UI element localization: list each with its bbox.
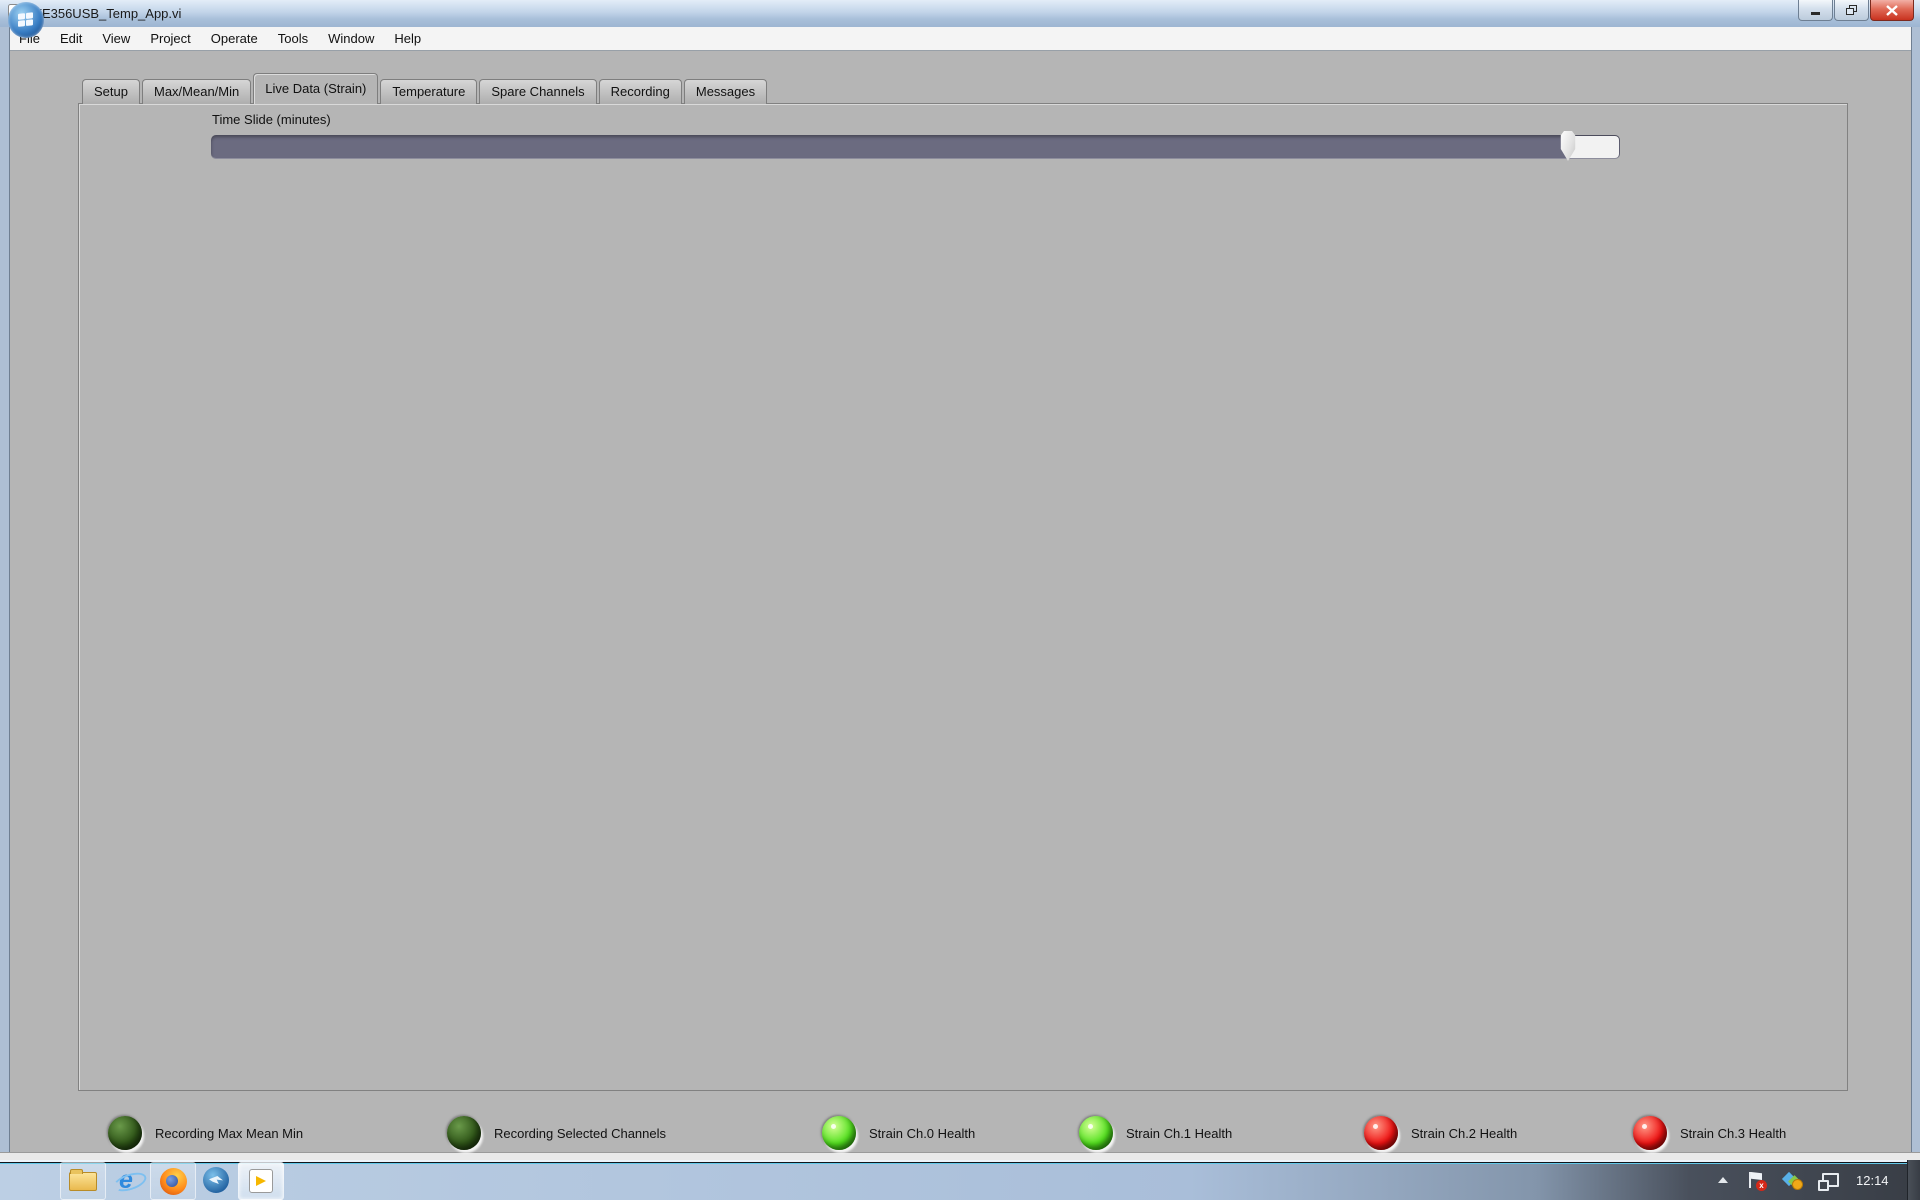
time-slider-track[interactable]: [211, 135, 1620, 159]
status-led-label: Strain Ch.1 Health: [1126, 1125, 1233, 1141]
tab-setup[interactable]: Setup: [82, 79, 140, 104]
status-led-label: Recording Max Mean Min: [155, 1125, 304, 1141]
status-led-strain-ch-3-health: Strain Ch.3 Health: [1633, 1116, 1786, 1150]
menu-bar: File Edit View Project Operate Tools Window Hel…: [9, 27, 1911, 51]
menu-project[interactable]: Project: [140, 28, 200, 50]
tab-temperature[interactable]: Temperature: [380, 79, 478, 104]
menu-view[interactable]: View: [92, 28, 140, 50]
red-led-icon: [1364, 1116, 1398, 1150]
taskbar-firefox-button[interactable]: [150, 1162, 196, 1200]
window-border-right: [1911, 27, 1920, 1152]
flag-icon: x: [1748, 1171, 1767, 1191]
restore-button[interactable]: [1834, 0, 1869, 21]
minimize-button[interactable]: [1798, 0, 1833, 21]
network-icon: [1818, 1171, 1839, 1191]
error-badge-icon: x: [1756, 1180, 1767, 1191]
tab-max-mean-min[interactable]: Max/Mean/Min: [141, 79, 252, 104]
windows-flag-icon: [18, 12, 34, 28]
taskbar-thunderbird-button[interactable]: [198, 1162, 234, 1198]
taskbar-labview-button[interactable]: [238, 1162, 284, 1200]
folder-icon: [69, 1168, 97, 1191]
status-led-strain-ch-2-health: Strain Ch.2 Health: [1364, 1116, 1517, 1150]
status-led-recording-selected-channels: Recording Selected Channels: [447, 1116, 666, 1150]
status-led-label: Strain Ch.2 Health: [1411, 1125, 1518, 1141]
chevron-up-icon: [1718, 1177, 1728, 1183]
menu-operate[interactable]: Operate: [201, 28, 268, 50]
tab-strip: Setup Max/Mean/Min Live Data (Strain) Tempe…: [82, 73, 769, 104]
time-slider-fill: [1569, 136, 1619, 158]
updates-tray-icon[interactable]: [1781, 1160, 1803, 1200]
status-led-label: Strain Ch.3 Health: [1680, 1125, 1787, 1141]
menu-window[interactable]: Window: [318, 28, 384, 50]
internet-explorer-icon: e: [119, 1165, 133, 1194]
dark-green-led-icon: [108, 1116, 142, 1150]
taskbar-internet-explorer-button[interactable]: e: [108, 1162, 144, 1198]
menu-edit[interactable]: Edit: [50, 28, 92, 50]
desktop: { "window": { "title": "FE356USB_Temp_Ap…: [0, 0, 1920, 1200]
updates-icon: [1781, 1171, 1803, 1190]
status-led-strain-ch-0-health: Strain Ch.0 Health: [822, 1116, 975, 1150]
red-led-icon: [1633, 1116, 1667, 1150]
led-highlight: [1642, 1124, 1647, 1129]
window-border-left: [0, 27, 10, 1152]
taskbar-clock[interactable]: 12:14: [1856, 1160, 1889, 1200]
start-button[interactable]: [8, 2, 44, 38]
tray-expand-button[interactable]: [1718, 1160, 1728, 1200]
status-led-strain-ch-1-health: Strain Ch.1 Health: [1079, 1116, 1232, 1150]
network-tray-icon[interactable]: [1818, 1160, 1839, 1200]
menu-help[interactable]: Help: [384, 28, 431, 50]
tab-recording[interactable]: Recording: [598, 79, 682, 104]
status-led-recording-max-mean-min: Recording Max Mean Min: [108, 1116, 303, 1150]
thunderbird-icon: [203, 1167, 229, 1193]
tab-spare-channels[interactable]: Spare Channels: [479, 79, 597, 104]
green-led-icon: [822, 1116, 856, 1150]
tab-messages[interactable]: Messages: [683, 79, 768, 104]
show-desktop-button[interactable]: [1907, 1160, 1920, 1200]
dark-green-led-icon: [447, 1116, 481, 1150]
close-button[interactable]: [1870, 0, 1914, 21]
time-slider-label: Time Slide (minutes): [212, 112, 331, 127]
status-led-label: Strain Ch.0 Health: [869, 1125, 976, 1141]
action-center-tray-icon[interactable]: x: [1748, 1160, 1767, 1200]
taskbar-explorer-button[interactable]: [60, 1162, 106, 1200]
led-highlight: [1088, 1124, 1093, 1129]
led-highlight: [1373, 1124, 1378, 1129]
tab-page-panel: [78, 103, 1848, 1091]
window-titlebar: FE356USB_Temp_App.vi: [0, 0, 1920, 28]
led-highlight: [831, 1124, 836, 1129]
menu-tools[interactable]: Tools: [268, 28, 318, 50]
firefox-icon: [159, 1167, 187, 1195]
window-controls: [1797, 0, 1914, 21]
status-led-label: Recording Selected Channels: [494, 1125, 666, 1141]
window-title: FE356USB_Temp_App.vi: [34, 6, 182, 21]
green-led-icon: [1079, 1116, 1113, 1150]
labview-icon: [249, 1169, 273, 1193]
tab-live-data-strain-[interactable]: Live Data (Strain): [253, 73, 379, 104]
taskbar: [0, 1160, 1920, 1200]
